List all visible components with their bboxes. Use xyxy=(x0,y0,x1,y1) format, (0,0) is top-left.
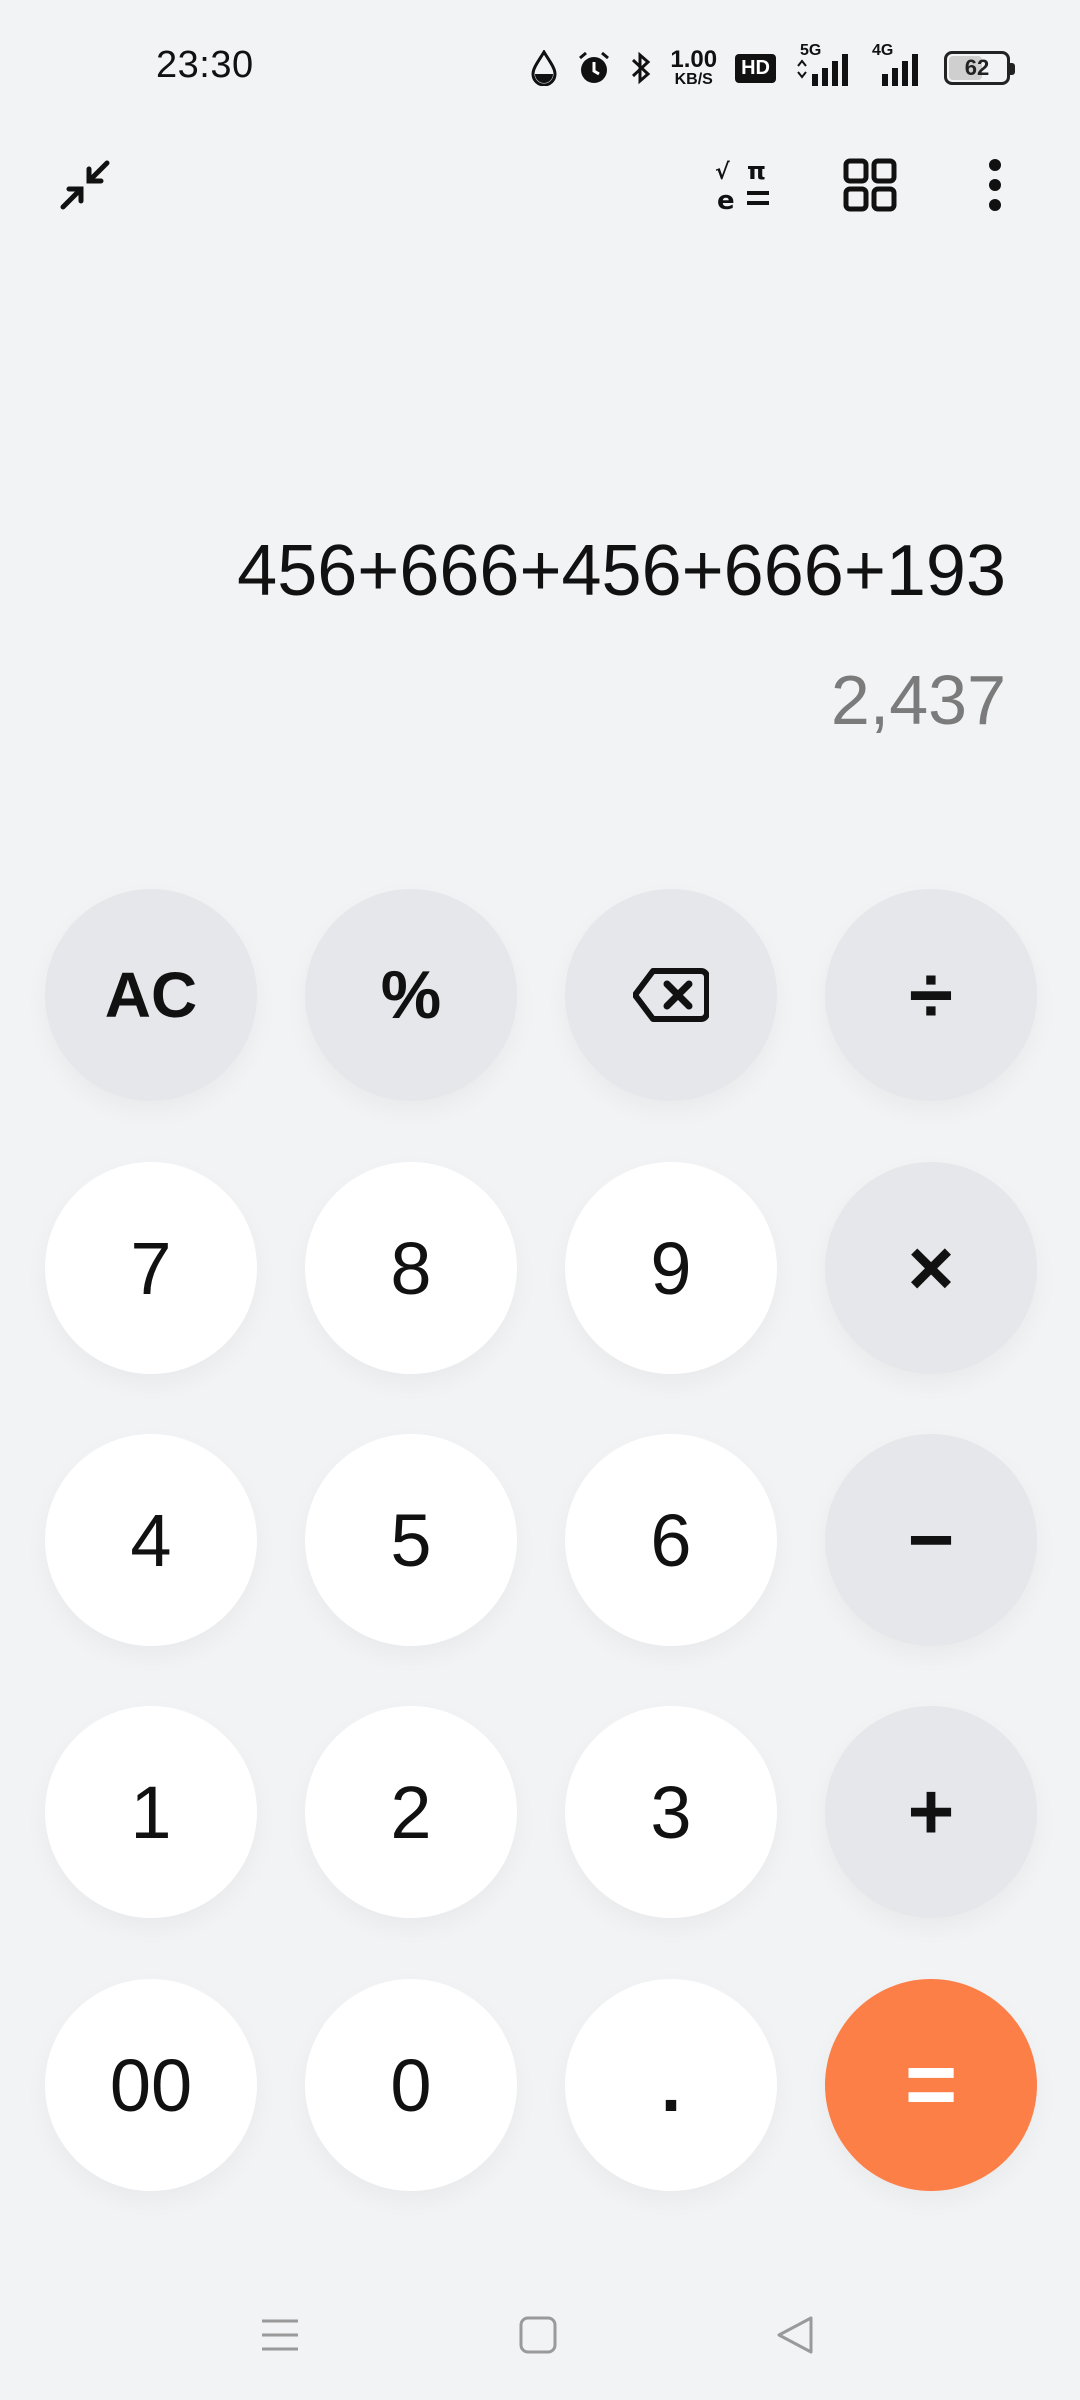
scientific-mode-button[interactable]: √ π e xyxy=(700,140,790,230)
drop-icon xyxy=(530,50,558,86)
network-speed: 1.00 KB/S xyxy=(670,46,718,88)
status-icons: 1.00 KB/S HD 5G 4G 62 xyxy=(530,42,1015,92)
digit-9-button[interactable]: 9 xyxy=(565,1162,777,1374)
more-options-button[interactable] xyxy=(950,140,1040,230)
collapse-button[interactable] xyxy=(40,140,130,230)
digit-1-button[interactable]: 1 xyxy=(45,1706,257,1918)
menu-icon xyxy=(262,2319,298,2351)
divide-button[interactable]: ÷ xyxy=(825,889,1037,1101)
home-icon xyxy=(519,2316,557,2354)
digit-5-button[interactable]: 5 xyxy=(305,1434,517,1646)
digit-8-button[interactable]: 8 xyxy=(305,1162,517,1374)
digit-2-button[interactable]: 2 xyxy=(305,1706,517,1918)
signal-5g-icon: 5G xyxy=(794,42,854,88)
more-options-icon xyxy=(989,159,1001,211)
grid-menu-button[interactable] xyxy=(825,140,915,230)
digit-7-button[interactable]: 7 xyxy=(45,1162,257,1374)
multiply-button[interactable]: × xyxy=(825,1162,1037,1374)
alarm-icon xyxy=(576,50,612,86)
digit-0-button[interactable]: 0 xyxy=(305,1979,517,2191)
collapse-icon xyxy=(60,160,110,210)
backspace-button[interactable] xyxy=(565,889,777,1101)
back-button[interactable] xyxy=(750,2290,840,2380)
bluetooth-icon xyxy=(630,50,652,86)
equals-button[interactable]: = xyxy=(825,1979,1037,2191)
plus-button[interactable]: + xyxy=(825,1706,1037,1918)
battery-icon: 62 xyxy=(944,51,1015,85)
back-icon xyxy=(777,2316,813,2354)
svg-text:e: e xyxy=(717,186,735,213)
navigation-bar xyxy=(0,2270,1080,2400)
home-button[interactable] xyxy=(493,2290,583,2380)
digit-6-button[interactable]: 6 xyxy=(565,1434,777,1646)
percent-button[interactable]: % xyxy=(305,889,517,1101)
backspace-icon xyxy=(633,968,709,1022)
digit-4-button[interactable]: 4 xyxy=(45,1434,257,1646)
minus-button[interactable]: − xyxy=(825,1434,1037,1646)
calculator-app: 23:30 1.00 KB/S HD 5G 4G 62 √ π e 456+66… xyxy=(0,0,1080,2400)
svg-text:π: π xyxy=(747,157,766,185)
signal-4g-icon: 4G xyxy=(872,42,926,88)
scientific-mode-icon: √ π e xyxy=(715,157,769,213)
status-time: 23:30 xyxy=(156,44,254,86)
result-display: 2,437 xyxy=(830,661,1006,739)
svg-text:√: √ xyxy=(715,160,730,185)
hd-voice-icon: HD xyxy=(735,53,776,83)
expression-display: 456+666+456+666+193 xyxy=(237,531,1006,611)
grid-menu-icon xyxy=(843,158,897,212)
recent-apps-button[interactable] xyxy=(235,2290,325,2380)
double-zero-button[interactable]: 00 xyxy=(45,1979,257,2191)
digit-3-button[interactable]: 3 xyxy=(565,1706,777,1918)
decimal-point-button[interactable]: . xyxy=(565,1979,777,2191)
status-bar: 23:30 1.00 KB/S HD 5G 4G 62 xyxy=(0,0,1080,140)
ac-button[interactable]: AC xyxy=(45,889,257,1101)
